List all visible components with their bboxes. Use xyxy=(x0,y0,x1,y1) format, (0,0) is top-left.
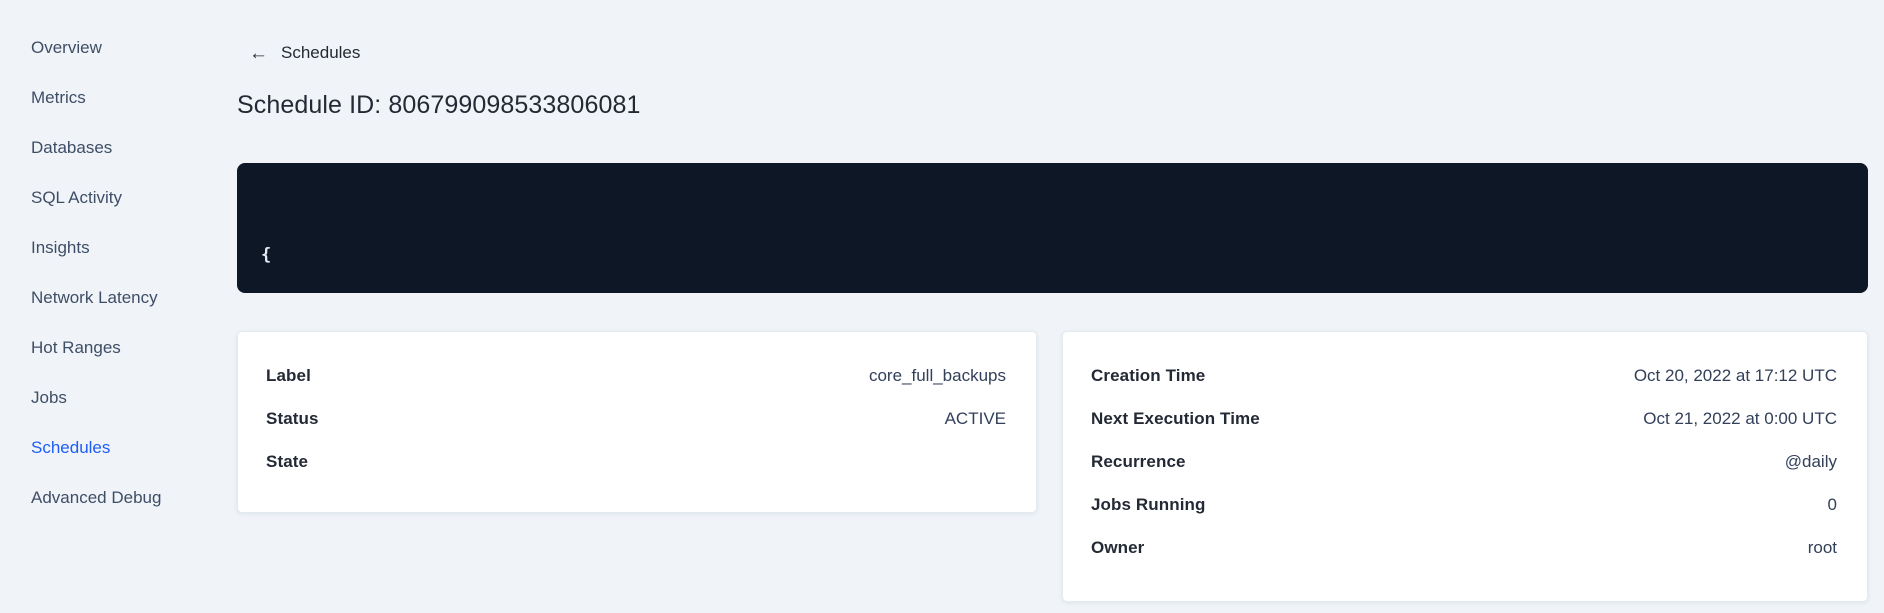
backup-statement-code-block: { "backup_statement": "BACKUP INTO 's3:/… xyxy=(237,163,1868,293)
arrow-left-icon: ← xyxy=(249,42,268,64)
sidebar-item-advanced-debug[interactable]: Advanced Debug xyxy=(0,473,228,523)
back-to-schedules-link[interactable]: ← Schedules xyxy=(237,42,360,64)
detail-row-jobs-running: Jobs Running 0 xyxy=(1091,483,1837,526)
row-value: Oct 21, 2022 at 0:00 UTC xyxy=(1643,408,1837,428)
sidebar-item-insights[interactable]: Insights xyxy=(0,223,228,273)
code-line: { xyxy=(261,245,272,265)
row-label: Label xyxy=(266,365,311,385)
sidebar-item-network-latency[interactable]: Network Latency xyxy=(0,273,228,323)
back-link-label: Schedules xyxy=(281,43,361,62)
row-label: Owner xyxy=(1091,537,1145,557)
schedule-status-card: Label core_full_backups Status ACTIVE St… xyxy=(237,331,1037,513)
row-label: Recurrence xyxy=(1091,451,1186,471)
detail-cards-row: Label core_full_backups Status ACTIVE St… xyxy=(237,331,1868,602)
row-label: State xyxy=(266,451,309,471)
row-value: 0 xyxy=(1827,494,1837,514)
sidebar-item-schedules[interactable]: Schedules xyxy=(0,423,228,473)
row-label: Jobs Running xyxy=(1091,494,1206,514)
sidebar-item-metrics[interactable]: Metrics xyxy=(0,73,228,123)
sidebar-item-sql-activity[interactable]: SQL Activity xyxy=(0,173,228,223)
row-label: Status xyxy=(266,408,319,428)
detail-row-label: Label core_full_backups xyxy=(266,354,1006,397)
row-label: Next Execution Time xyxy=(1091,408,1260,428)
row-value: root xyxy=(1807,537,1837,557)
detail-row-owner: Owner root xyxy=(1091,526,1837,569)
row-value: ACTIVE xyxy=(944,408,1006,428)
schedule-meta-card: Creation Time Oct 20, 2022 at 17:12 UTC … xyxy=(1062,331,1868,602)
sidebar-item-overview[interactable]: Overview xyxy=(0,23,228,73)
row-value: @daily xyxy=(1784,451,1837,471)
detail-row-recurrence: Recurrence @daily xyxy=(1091,440,1837,483)
sidebar-item-jobs[interactable]: Jobs xyxy=(0,373,228,423)
schedule-detail-page: ← Schedules Schedule ID: 806799098533806… xyxy=(237,0,1868,602)
row-value: Oct 20, 2022 at 17:12 UTC xyxy=(1633,365,1837,385)
detail-row-creation-time: Creation Time Oct 20, 2022 at 17:12 UTC xyxy=(1091,354,1837,397)
row-label: Creation Time xyxy=(1091,365,1206,385)
detail-row-status: Status ACTIVE xyxy=(266,397,1006,440)
sidebar-item-hot-ranges[interactable]: Hot Ranges xyxy=(0,323,228,373)
detail-row-next-execution-time: Next Execution Time Oct 21, 2022 at 0:00… xyxy=(1091,397,1837,440)
sidebar-nav: Overview Metrics Databases SQL Activity … xyxy=(0,23,228,523)
page-title: Schedule ID: 806799098533806081 xyxy=(237,91,641,119)
detail-row-state: State xyxy=(266,440,1006,483)
row-value: core_full_backups xyxy=(868,365,1006,385)
sidebar-item-databases[interactable]: Databases xyxy=(0,123,228,173)
